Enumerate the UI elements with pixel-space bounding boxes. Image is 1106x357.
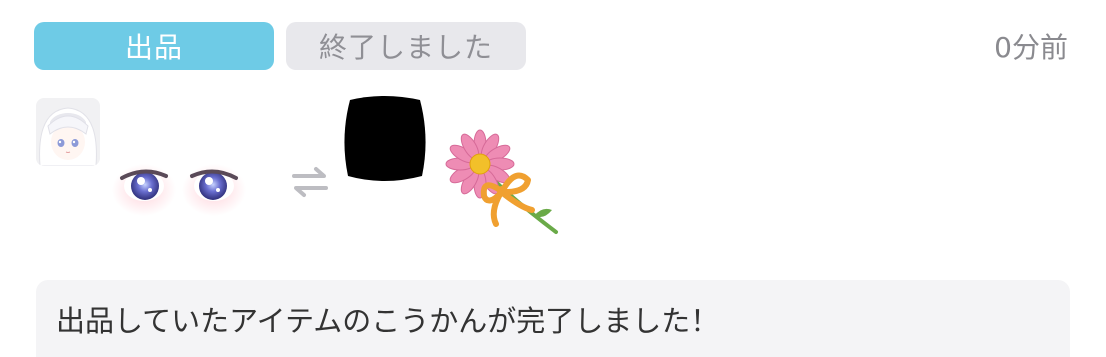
redacted-black-mark — [344, 96, 426, 181]
message-text: 出品していたアイテムのこうかんが完了しました！ — [56, 304, 720, 338]
offered-item[interactable] — [104, 152, 264, 224]
timestamp: 0分前 — [994, 31, 1068, 64]
listing-tag: 出品 — [34, 22, 274, 70]
status-tag-label: 終了しました — [318, 31, 493, 64]
status-tag: 終了しました — [286, 22, 526, 70]
exchange-arrows-icon — [292, 167, 328, 197]
received-item[interactable] — [438, 128, 564, 240]
trade-notification-card[interactable]: 出品 終了しました 0分前 出品していたアイテムのこうかんが完了しました！ — [0, 0, 1106, 357]
avatar[interactable] — [36, 98, 100, 166]
avatar-icon — [36, 98, 100, 166]
flower-with-ribbon-item-icon — [445, 129, 558, 234]
message-box: 出品していたアイテムのこうかんが完了しました！ — [36, 280, 1070, 357]
anime-eyes-item-icon — [112, 164, 246, 216]
redacted-mark — [342, 94, 428, 182]
swap-indicator — [288, 164, 332, 200]
listing-tag-label: 出品 — [124, 31, 183, 64]
